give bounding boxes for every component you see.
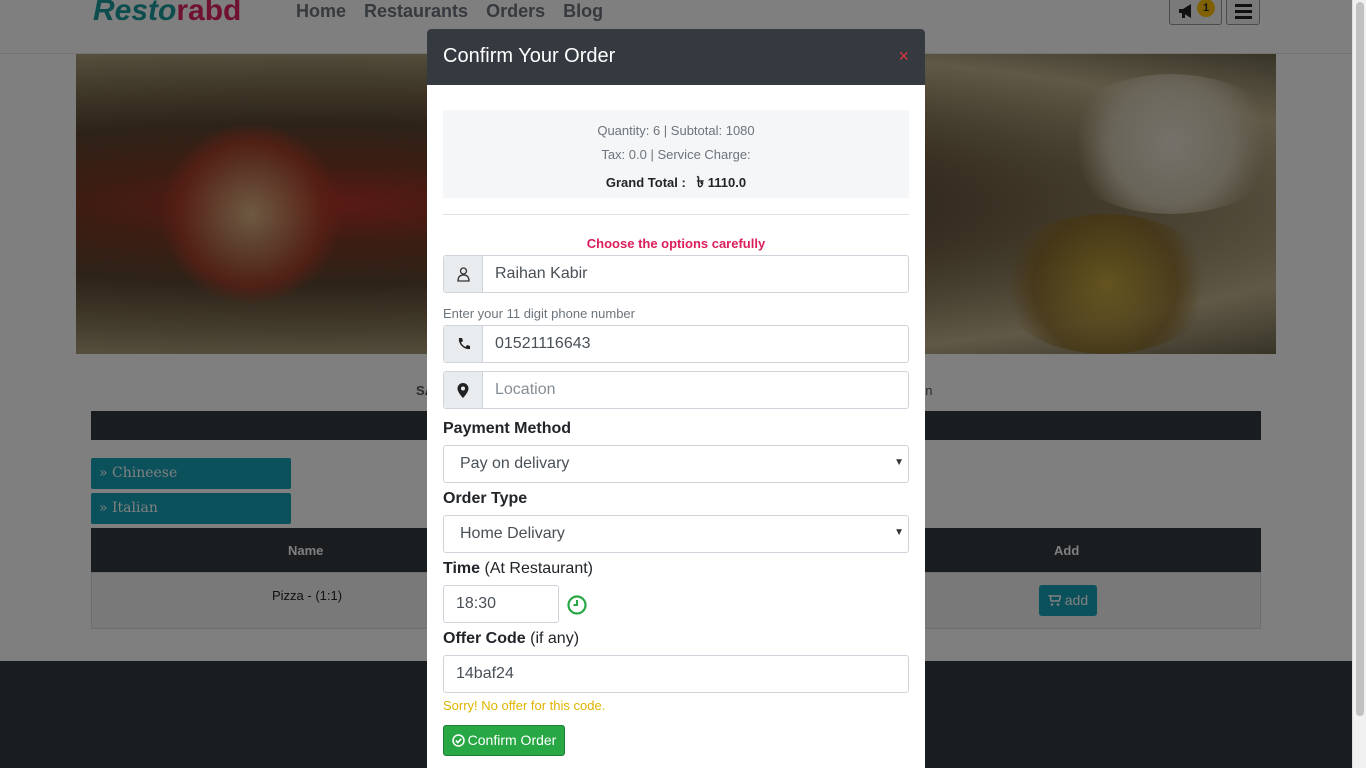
map-marker-icon	[457, 383, 469, 398]
name-field[interactable]: Raihan Kabir	[443, 255, 909, 293]
summary-tax-service: Tax: 0.0 | Service Charge:	[601, 147, 751, 162]
order-type-select[interactable]: Home Delivary ▼	[443, 515, 909, 553]
payment-method-select[interactable]: Pay on delivary ▼	[443, 445, 909, 483]
confirm-order-button[interactable]: Confirm Order	[443, 725, 565, 756]
confirm-order-modal: Confirm Your Order × Quantity: 6 | Subto…	[427, 29, 925, 768]
offer-error-message: Sorry! No offer for this code.	[443, 698, 606, 713]
location-field[interactable]: Location	[443, 371, 909, 409]
check-circle-icon	[451, 734, 465, 747]
time-label: Time (At Restaurant)	[443, 560, 593, 577]
payment-method-label: Payment Method	[443, 420, 572, 437]
caret-down-icon: ▼	[894, 527, 904, 538]
phone-hint: Enter your 11 digit phone number	[443, 306, 635, 321]
taka-icon: ৳	[696, 174, 705, 191]
modal-header: Confirm Your Order ×	[427, 29, 925, 85]
summary-quantity-subtotal: Quantity: 6 | Subtotal: 1080	[597, 123, 755, 138]
modal-title: Confirm Your Order	[443, 45, 616, 67]
caret-down-icon: ▼	[894, 457, 904, 468]
divider	[443, 214, 909, 215]
close-icon[interactable]: ×	[898, 46, 909, 67]
scrollbar-thumb[interactable]	[1356, 2, 1364, 716]
clock-icon[interactable]	[567, 595, 587, 615]
order-type-label: Order Type	[443, 490, 528, 507]
phone-icon	[458, 338, 470, 350]
order-summary: Quantity: 6 | Subtotal: 1080 Tax: 0.0 | …	[443, 110, 909, 198]
phone-field[interactable]: 01521116643	[443, 325, 909, 363]
options-warning: Choose the options carefully	[586, 236, 766, 251]
user-icon	[457, 267, 470, 282]
time-input[interactable]: 18:30	[443, 585, 559, 623]
page-scrollbar[interactable]	[1352, 0, 1366, 768]
offer-code-input[interactable]: 14baf24	[443, 655, 909, 693]
summary-grand-total: Grand Total : ৳ 1110.0	[605, 174, 747, 191]
offer-code-label: Offer Code (if any)	[443, 630, 580, 647]
